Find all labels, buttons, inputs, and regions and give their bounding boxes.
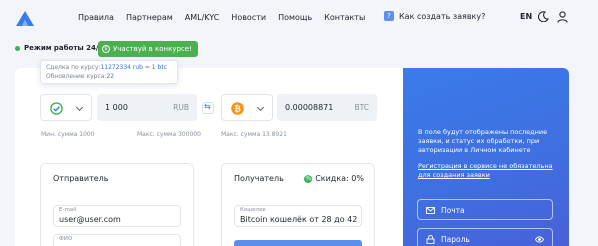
update-value: 22 [106,73,115,80]
wallet-label: Кошелек [240,207,266,213]
receiver-wallet-field[interactable]: Кошелек Bitcoin кошелёк от 28 до 42 [234,205,362,227]
give-currency-select[interactable] [40,94,92,121]
howto-label: Как создать заявку? [399,11,486,21]
svg-text:₿: ₿ [234,104,241,113]
mail-placeholder: Почта [441,206,465,215]
contest-label: Участвуй в конкурсе! [113,45,192,53]
wallet-value: Bitcoin кошелёк от 28 до 42 [240,215,358,224]
header: Правила Партнерам AML/KYC Новости Помощь… [0,0,598,36]
main-nav: Правила Партнерам AML/KYC Новости Помощь… [78,13,377,22]
discount-label: Скидка: 0% [315,174,364,183]
work-mode: Режим работы 24/7 [15,44,103,52]
contest-button[interactable]: $ Участвуй в конкурсе! [98,41,198,57]
password-input[interactable]: Пароль [417,228,553,246]
discount-icon: % [304,174,313,183]
receiver-action-button[interactable] [234,240,362,246]
logo-icon[interactable] [15,10,35,27]
nav-contacts[interactable]: Контакты [324,13,365,22]
rate-value: 11272334 rub = 1 btc [100,64,167,71]
give-amount-input[interactable]: 1 000 RUB [97,94,197,121]
nav-aml-kyc[interactable]: AML/KYC [185,13,220,22]
get-amount-value: 0.00008871 [285,103,334,112]
sender-card: Отправитель E-mail user@user.com ФИО [40,163,194,246]
sender-title: Отправитель [53,174,109,183]
nav-partners[interactable]: Партнерам [126,13,173,22]
give-currency-code: RUB [173,103,189,112]
name-label: ФИО [59,236,73,242]
side-panel: В поле будут отображены последние заявки… [403,68,569,246]
side-info-text: В поле будут отображены последние заявки… [418,128,548,154]
moon-icon[interactable] [538,11,549,22]
lock-icon [426,235,435,244]
coin-icon: $ [102,45,110,53]
email-value: user@user.com [59,215,121,224]
password-placeholder: Пароль [441,235,470,244]
rate-line: Сделка по курсу:11272334 rub = 1 btc [46,64,167,71]
give-min-limit: Мин. сумма 1000 [41,131,95,138]
language-switch[interactable]: EN [520,12,532,21]
update-line: Обновление курса:22 [46,73,115,80]
user-icon[interactable] [557,11,568,23]
mail-icon [426,207,435,214]
give-max-limit: Макс. сумма 300000 [137,131,201,138]
online-dot [15,45,20,51]
receiver-card: Получатель % Скидка: 0% Кошелек Bitcoin … [221,163,375,246]
email-label: E-mail [59,207,77,213]
bitcoin-icon: ₿ [231,102,244,115]
nav-rules[interactable]: Правила [78,13,114,22]
give-amount-value: 1 000 [105,103,128,112]
nav-news[interactable]: Новости [231,13,266,22]
swap-button[interactable] [202,102,214,114]
mail-input[interactable]: Почта [417,199,553,220]
discount-badge: % Скидка: 0% [304,174,364,183]
get-amount-input[interactable]: 0.00008871 BTC [277,94,377,121]
sender-email-field[interactable]: E-mail user@user.com [53,205,181,227]
chevron-down-icon [75,103,84,112]
rate-tooltip: Сделка по курсу:11272334 rub = 1 btc Обн… [40,60,178,84]
get-max-limit: Макс. сумма 13.8921 [221,131,287,138]
sbp-check-icon [50,102,63,115]
eye-icon[interactable] [535,235,544,244]
side-register-text[interactable]: Регистрация в сервисе не обязательна для… [418,162,563,180]
sender-name-field[interactable]: ФИО [53,234,181,246]
chevron-down-icon [256,103,265,112]
howto-link[interactable]: ? Как создать заявку? [384,11,485,21]
get-currency-select[interactable]: ₿ [221,94,273,121]
nav-help[interactable]: Помощь [278,13,312,22]
receiver-title: Получатель [234,174,284,183]
work-mode-label: Режим работы 24/7 [24,44,104,52]
get-currency-code: BTC [354,103,369,112]
question-icon: ? [384,11,394,21]
